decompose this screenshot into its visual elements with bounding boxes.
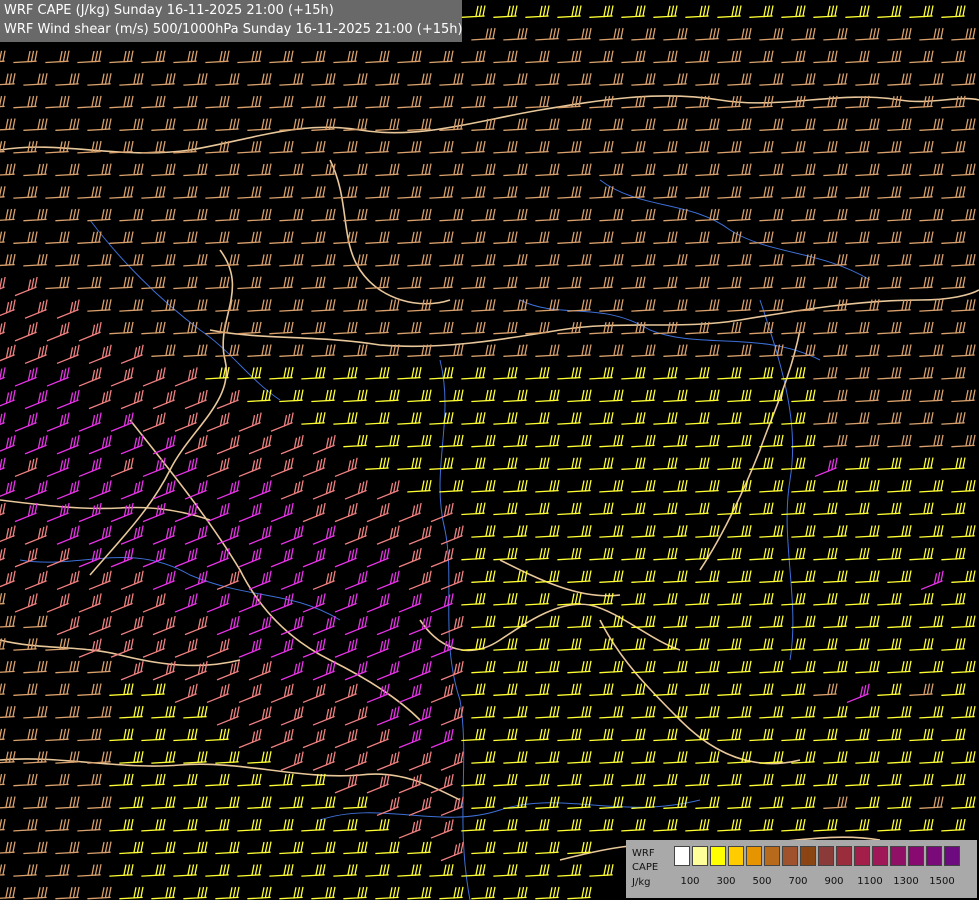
legend-tick-label: 900 xyxy=(824,876,844,887)
legend-swatch xyxy=(674,846,690,866)
legend-swatch xyxy=(764,846,780,866)
legend-tick-label: 1300 xyxy=(893,876,919,887)
wind-shear-title: WRF Wind shear (m/s) 500/1000hPa Sunday … xyxy=(4,22,463,37)
legend-tick-label: 700 xyxy=(788,876,808,887)
legend-tick-label: 500 xyxy=(752,876,772,887)
legend-tick-label: 1100 xyxy=(857,876,883,887)
legend-model-name: WRF xyxy=(632,848,655,859)
cape-legend: WRF CAPE J/kg 100 300 500 700 900 1100 1300 150… xyxy=(626,840,977,898)
legend-swatch xyxy=(854,846,870,866)
legend-swatch xyxy=(728,846,744,866)
legend-swatch xyxy=(710,846,726,866)
title-box: WRF CAPE (J/kg) Sunday 16-11-2025 21:00 … xyxy=(0,0,463,42)
weather-map xyxy=(0,0,979,900)
legend-swatch xyxy=(836,846,852,866)
legend-units: J/kg xyxy=(632,877,651,888)
legend-swatch xyxy=(746,846,762,866)
legend-swatch xyxy=(944,846,960,866)
legend-swatch xyxy=(926,846,942,866)
legend-tick-label: 1500 xyxy=(929,876,955,887)
legend-swatch xyxy=(692,846,708,866)
cape-title: WRF CAPE (J/kg) Sunday 16-11-2025 21:00 … xyxy=(4,3,334,18)
legend-swatch xyxy=(818,846,834,866)
legend-tick-label: 100 xyxy=(680,876,700,887)
legend-swatch xyxy=(908,846,924,866)
legend-swatch xyxy=(782,846,798,866)
legend-swatch xyxy=(890,846,906,866)
legend-swatch xyxy=(800,846,816,866)
legend-swatch xyxy=(872,846,888,866)
legend-tick-label: 300 xyxy=(716,876,736,887)
legend-variable-name: CAPE xyxy=(632,862,659,873)
